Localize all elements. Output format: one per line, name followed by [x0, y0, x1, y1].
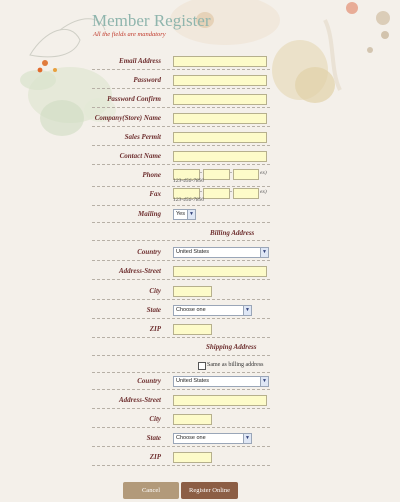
shipping-state-select[interactable]: Choose one ▼: [173, 433, 252, 444]
phone-label: Phone: [142, 171, 161, 179]
fax-prefix-field[interactable]: [203, 188, 230, 199]
billing-city-field[interactable]: [173, 286, 212, 297]
same-as-billing-checkbox[interactable]: [198, 362, 206, 370]
billing-country-label: Country: [137, 248, 161, 256]
mandatory-note: All the fields are mandatory: [93, 31, 166, 38]
shipping-state-value: Choose one: [176, 435, 206, 441]
shipping-zip-field[interactable]: [173, 452, 212, 463]
billing-zip-field[interactable]: [173, 324, 212, 335]
fax-ext-label: ex): [260, 189, 267, 195]
billing-zip-row: ZIP: [92, 324, 270, 338]
billing-country-select[interactable]: United States ▼: [173, 247, 269, 258]
shipping-street-row: Address-Street: [92, 395, 270, 409]
billing-street-field[interactable]: [173, 266, 267, 277]
fax-line-field[interactable]: [233, 188, 259, 199]
sales-permit-row: Sales Permit: [92, 132, 270, 146]
fax-row: Fax - - ex) 123-456-7890: [92, 188, 270, 206]
shipping-city-label: City: [149, 415, 161, 423]
password-row: Password: [92, 75, 270, 89]
chevron-down-icon: ▼: [243, 306, 251, 315]
shipping-state-label: State: [146, 434, 161, 442]
password-field[interactable]: [173, 75, 267, 86]
cancel-button[interactable]: Cancel: [123, 482, 179, 499]
email-label: Email Address: [119, 57, 161, 65]
fax-label: Fax: [149, 190, 161, 198]
page-title: Member Register: [92, 11, 211, 30]
contact-name-field[interactable]: [173, 151, 267, 162]
shipping-divider: [92, 355, 270, 356]
chevron-down-icon: ▼: [260, 248, 268, 257]
billing-state-select[interactable]: Choose one ▼: [173, 305, 252, 316]
shipping-section: Shipping Address: [92, 343, 270, 355]
register-online-button[interactable]: Register Online: [181, 482, 238, 499]
phone-hint: 123-456-7890: [173, 178, 205, 184]
company-row: Company(Store) Name: [92, 113, 270, 127]
phone-dash-2: -: [230, 170, 232, 176]
contact-name-label: Contact Name: [119, 152, 161, 160]
fax-hint: 123-456-7890: [173, 197, 205, 203]
email-row: Email Address: [92, 56, 270, 70]
password-confirm-row: Password Confirm: [92, 94, 270, 108]
shipping-street-label: Address-Street: [119, 396, 161, 404]
phone-dash-1: -: [200, 170, 202, 176]
shipping-country-select[interactable]: United States ▼: [173, 376, 269, 387]
chevron-down-icon: ▼: [187, 210, 195, 219]
contact-name-row: Contact Name: [92, 151, 270, 165]
shipping-city-field[interactable]: [173, 414, 212, 425]
shipping-zip-label: ZIP: [149, 453, 161, 461]
mailing-value: Yes: [176, 211, 185, 217]
phone-row: Phone - - ex) 123-456-7890: [92, 169, 270, 187]
phone-line-field[interactable]: [233, 169, 259, 180]
billing-city-label: City: [149, 287, 161, 295]
mailing-label: Mailing: [138, 210, 161, 218]
billing-city-row: City: [92, 286, 270, 300]
billing-state-row: State Choose one ▼: [92, 305, 270, 319]
company-label: Company(Store) Name: [94, 114, 161, 122]
shipping-country-row: Country United States ▼: [92, 376, 270, 390]
shipping-zip-row: ZIP: [92, 452, 270, 466]
sales-permit-label: Sales Permit: [124, 133, 161, 141]
mailing-select[interactable]: Yes ▼: [173, 209, 196, 220]
fax-dash-1: -: [200, 189, 202, 195]
billing-heading: Billing Address: [210, 229, 255, 237]
billing-country-row: Country United States ▼: [92, 247, 270, 261]
phone-ext-label: ex): [260, 170, 267, 176]
same-as-billing-row: Same as billing address: [92, 362, 270, 373]
billing-state-label: State: [146, 306, 161, 314]
password-label: Password: [133, 76, 161, 84]
shipping-heading: Shipping Address: [206, 343, 257, 351]
shipping-country-value: United States: [176, 378, 210, 384]
same-as-billing-label: Same as billing address: [207, 362, 264, 368]
billing-zip-label: ZIP: [149, 325, 161, 333]
email-field[interactable]: [173, 56, 267, 67]
company-field[interactable]: [173, 113, 267, 124]
billing-divider: [92, 240, 270, 241]
chevron-down-icon: ▼: [260, 377, 268, 386]
phone-prefix-field[interactable]: [203, 169, 230, 180]
billing-state-value: Choose one: [176, 307, 206, 313]
chevron-down-icon: ▼: [243, 434, 251, 443]
mailing-row: Mailing Yes ▼: [92, 209, 270, 223]
password-confirm-label: Password Confirm: [107, 95, 161, 103]
password-confirm-field[interactable]: [173, 94, 267, 105]
shipping-street-field[interactable]: [173, 395, 267, 406]
billing-country-value: United States: [176, 249, 210, 255]
billing-street-row: Address-Street: [92, 266, 270, 280]
shipping-state-row: State Choose one ▼: [92, 433, 270, 447]
shipping-city-row: City: [92, 414, 270, 428]
sales-permit-field[interactable]: [173, 132, 267, 143]
billing-street-label: Address-Street: [119, 267, 161, 275]
fax-dash-2: -: [230, 189, 232, 195]
shipping-country-label: Country: [137, 377, 161, 385]
